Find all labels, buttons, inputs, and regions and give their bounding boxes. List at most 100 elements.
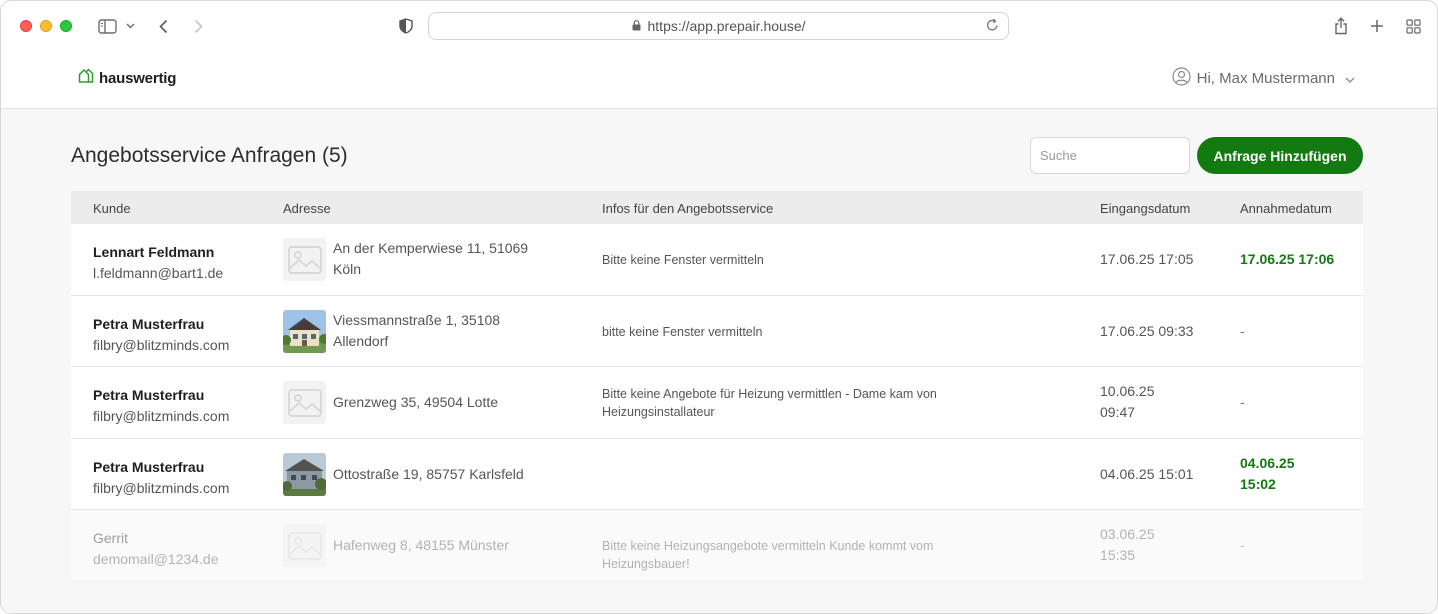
received-date-line: 10.06.25 xyxy=(1100,383,1155,399)
browser-toolbar: https://app.prepair.house/ xyxy=(1,1,1437,51)
address-line: Köln xyxy=(333,261,362,277)
customer-name: Petra Musterfrau xyxy=(93,458,205,475)
info-line: Heizungsinstallateur xyxy=(602,405,715,419)
sidebar-toggle-icon[interactable] xyxy=(96,13,118,39)
user-menu[interactable]: Hi, Max Mustermann xyxy=(1172,67,1355,90)
customer-name: Petra Musterfrau xyxy=(93,387,205,403)
info-line: bitte keine Fenster vermitteln xyxy=(602,324,763,339)
received-date: 03.06.25 15:35 xyxy=(1100,524,1210,566)
accepted-date: 04.06.25 15:02 xyxy=(1240,453,1350,495)
table-header: Kunde Adresse Infos für den Angebotsserv… xyxy=(71,191,1363,224)
forward-arrow-icon[interactable] xyxy=(190,13,206,39)
add-request-button[interactable]: Anfrage Hinzufügen xyxy=(1197,137,1363,174)
received-date-line: 04.06.25 15:01 xyxy=(1100,465,1194,482)
received-date-line: 09:47 xyxy=(1100,404,1136,420)
column-header-info[interactable]: Infos für den Angebotsservice xyxy=(602,201,773,216)
accepted-date-line: 15:02 xyxy=(1240,475,1276,492)
accepted-date-line: 17.06.25 17:06 xyxy=(1240,251,1335,267)
info-text: bitte keine Fenster vermitteln xyxy=(602,323,1002,341)
address-line: Allendorf xyxy=(333,332,389,349)
placeholder-image-icon xyxy=(283,381,326,424)
user-avatar-icon xyxy=(1172,67,1191,90)
accepted-date: - xyxy=(1240,535,1350,556)
customer-email: l.feldmann@bart1.de xyxy=(93,265,224,281)
info-line: Bitte keine Fenster vermitteln xyxy=(602,253,764,267)
accepted-date-line: 04.06.25 xyxy=(1240,454,1295,471)
tab-overview-icon[interactable] xyxy=(1404,13,1422,39)
url-bar[interactable]: https://app.prepair.house/ xyxy=(428,12,1009,40)
received-date-line: 15:35 xyxy=(1100,547,1136,563)
address-line: An der Kemperwiese 11, 51069 xyxy=(333,240,529,256)
browser-window: https://app.prepair.house/ hauswertig Hi… xyxy=(0,0,1438,614)
main-content: Angebotsservice Anfragen (5) Anfrage Hin… xyxy=(1,110,1437,613)
user-greeting: Hi, Max Mustermann xyxy=(1196,70,1335,87)
info-text: Bitte keine Heizungsangebote vermitteln … xyxy=(602,537,1002,573)
info-text: Bitte keine Angebote für Heizung vermitt… xyxy=(602,385,1002,421)
accepted-date-line: - xyxy=(1240,394,1245,410)
received-date-line: 17.06.25 17:05 xyxy=(1100,251,1194,267)
column-header-accepted-date[interactable]: Annahmedatum xyxy=(1240,201,1332,216)
customer-name: Lennart Feldmann xyxy=(93,244,215,260)
chevron-down-icon[interactable] xyxy=(124,13,136,39)
address-line: Ottostraße 19, 85757 Karlsfeld xyxy=(333,465,524,482)
maximize-window-button[interactable] xyxy=(60,20,72,32)
info-line: Bitte keine Heizungsangebote vermitteln … xyxy=(602,539,934,571)
customer-email: demomail@1234.de xyxy=(93,551,219,567)
address: Grenzweg 35, 49504 Lotte xyxy=(333,392,573,413)
app-header: hauswertig Hi, Max Mustermann xyxy=(1,51,1437,109)
column-header-received-date[interactable]: Eingangsdatum xyxy=(1100,201,1190,216)
address: Viessmannstraße 1, 35108 Allendorf xyxy=(333,310,573,352)
url-text: https://app.prepair.house/ xyxy=(647,18,806,34)
customer-email: filbry@blitzminds.com xyxy=(93,479,230,496)
requests-table: Kunde Adresse Infos für den Angebotsserv… xyxy=(71,191,1363,582)
address-line: Grenzweg 35, 49504 Lotte xyxy=(333,394,499,410)
column-header-customer[interactable]: Kunde xyxy=(93,201,131,216)
address: Hafenweg 8, 48155 Münster xyxy=(333,535,573,556)
info-text: Bitte keine Fenster vermitteln xyxy=(602,251,1002,269)
received-date: 10.06.25 09:47 xyxy=(1100,381,1210,423)
privacy-shield-icon[interactable] xyxy=(397,13,415,39)
app-logo[interactable]: hauswertig xyxy=(78,68,176,88)
customer-name: Gerrit xyxy=(93,530,128,546)
address: Ottostraße 19, 85757 Karlsfeld xyxy=(333,464,573,485)
table-row[interactable]: Petra Musterfrau filbry@blitzminds.com xyxy=(71,438,1363,510)
customer-name: Petra Musterfrau xyxy=(93,315,205,332)
received-date-line: 17.06.25 09:33 xyxy=(1100,322,1194,339)
page-title: Angebotsservice Anfragen (5) xyxy=(71,144,348,167)
back-arrow-icon[interactable] xyxy=(155,13,171,39)
accepted-date-line: - xyxy=(1240,537,1245,553)
info-line: Bitte keine Angebote für Heizung vermitt… xyxy=(602,387,937,401)
house-photo xyxy=(283,452,326,496)
accepted-date-line: - xyxy=(1240,322,1245,339)
received-date-line: 03.06.25 xyxy=(1100,526,1155,542)
table-row[interactable]: Petra Musterfrau filbry@blitzminds.com G… xyxy=(71,367,1363,439)
column-header-address[interactable]: Adresse xyxy=(283,201,331,216)
chevron-down-icon xyxy=(1345,70,1355,87)
close-window-button[interactable] xyxy=(20,20,32,32)
received-date: 17.06.25 09:33 xyxy=(1100,321,1210,342)
table-row[interactable]: Gerrit demomail@1234.de Hafenweg 8, 4815… xyxy=(71,510,1363,582)
address: An der Kemperwiese 11, 51069 Köln xyxy=(333,238,573,280)
search-input[interactable] xyxy=(1030,137,1190,174)
received-date: 04.06.25 15:01 xyxy=(1100,464,1210,485)
house-logo-icon xyxy=(78,68,94,88)
address-line: Viessmannstraße 1, 35108 xyxy=(333,311,501,328)
table-row[interactable]: Lennart Feldmann l.feldmann@bart1.de An … xyxy=(71,224,1363,296)
address-line: Hafenweg 8, 48155 Münster xyxy=(333,537,509,553)
customer-email: filbry@blitzminds.com xyxy=(93,408,230,424)
lock-icon xyxy=(632,18,641,34)
placeholder-image-icon xyxy=(283,524,326,567)
accepted-date: - xyxy=(1240,392,1350,413)
placeholder-image-icon xyxy=(283,238,326,281)
share-icon[interactable] xyxy=(1332,13,1350,39)
customer-email: filbry@blitzminds.com xyxy=(93,336,230,353)
accepted-date: 17.06.25 17:06 xyxy=(1240,249,1350,270)
house-photo xyxy=(283,309,326,353)
logo-text: hauswertig xyxy=(99,69,177,87)
new-tab-icon[interactable] xyxy=(1368,13,1386,39)
table-row[interactable]: Petra Musterfrau filbry@blitzminds.com xyxy=(71,295,1363,367)
minimize-window-button[interactable] xyxy=(40,20,52,32)
received-date: 17.06.25 17:05 xyxy=(1100,249,1210,270)
reload-icon[interactable] xyxy=(986,18,999,35)
accepted-date: - xyxy=(1240,321,1350,342)
